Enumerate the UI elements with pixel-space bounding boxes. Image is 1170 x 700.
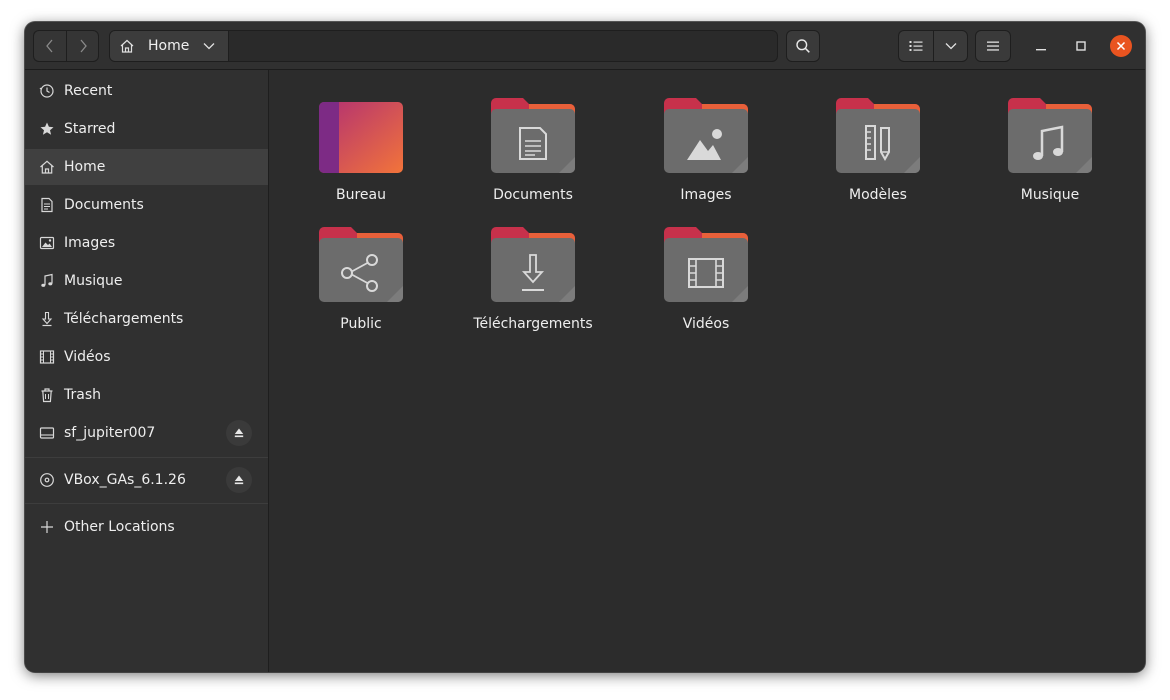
sidebar-item-label: VBox_GAs_6.1.26 [64, 472, 186, 488]
back-button[interactable] [33, 30, 66, 62]
templates-folder-icon [836, 98, 920, 173]
home-icon [120, 39, 134, 53]
file-item-videos[interactable]: Vidéos [641, 227, 771, 337]
sidebar-item-label: Other Locations [64, 519, 175, 535]
file-item-public[interactable]: Public [296, 227, 426, 337]
home-icon [40, 160, 54, 174]
file-item-musique[interactable]: Musique [985, 98, 1115, 208]
sidebar-item-label: Trash [64, 387, 101, 403]
sidebar-item-recent[interactable]: Recent [25, 73, 268, 109]
file-name: Modèles [849, 187, 907, 203]
minimize-button[interactable] [1030, 35, 1052, 57]
chevron-left-icon [46, 39, 53, 53]
trash-icon [41, 388, 53, 403]
plus-icon [41, 521, 53, 533]
sidebar-item-label: Starred [64, 121, 116, 137]
close-icon [1116, 41, 1126, 51]
public-folder-icon [319, 227, 403, 302]
search-button[interactable] [786, 30, 820, 62]
file-name: Téléchargements [473, 316, 593, 332]
sidebar-item-label: Documents [64, 197, 144, 213]
sidebar-item-telechargements[interactable]: Téléchargements [25, 301, 268, 337]
documents-folder-icon [491, 98, 575, 173]
eject-button[interactable] [226, 467, 252, 493]
forward-button[interactable] [66, 30, 99, 62]
hamburger-menu-icon [987, 41, 999, 51]
chevron-down-icon [945, 43, 956, 50]
eject-icon [234, 428, 244, 438]
file-item-images[interactable]: Images [641, 98, 771, 208]
sidebar-item-label: sf_jupiter007 [64, 425, 156, 441]
search-icon [796, 39, 810, 53]
sidebar-item-label: Home [64, 159, 106, 175]
sidebar-item-trash[interactable]: Trash [25, 377, 268, 413]
navigation-buttons [33, 30, 99, 62]
pictures-folder-icon [664, 98, 748, 173]
list-view-button[interactable] [898, 30, 933, 62]
star-icon [40, 122, 54, 135]
clock-icon [39, 84, 54, 98]
main-menu-button[interactable] [975, 30, 1011, 62]
maximize-icon [1076, 41, 1086, 51]
sidebar-item-sf-jupiter007[interactable]: sf_jupiter007 [25, 415, 268, 451]
music-note-icon [41, 273, 53, 287]
sidebar-separator [25, 457, 268, 458]
sidebar-item-documents[interactable]: Documents [25, 187, 268, 223]
header-bar: Home [25, 22, 1145, 70]
path-home-label: Home [148, 38, 190, 54]
file-view: Bureau Documents Images Modèles Musique … [269, 70, 1145, 672]
view-options-button[interactable] [933, 30, 968, 62]
sidebar-item-label: Téléchargements [64, 311, 184, 327]
file-item-bureau[interactable]: Bureau [296, 98, 426, 208]
list-view-icon [909, 41, 923, 51]
image-icon [39, 236, 55, 250]
path-home-button[interactable]: Home [110, 31, 229, 61]
desktop-folder-icon [319, 102, 403, 173]
sidebar-item-musique[interactable]: Musique [25, 263, 268, 299]
document-icon [41, 197, 53, 213]
chevron-right-icon [80, 39, 87, 53]
sidebar-item-other-locations[interactable]: Other Locations [25, 509, 268, 545]
sidebar-item-label: Images [64, 235, 116, 251]
sidebar: Recent Starred Home Documents Images Mus… [25, 70, 269, 672]
file-item-documents[interactable]: Documents [468, 98, 598, 208]
file-item-telechargements[interactable]: Téléchargements [468, 227, 598, 337]
sidebar-item-starred[interactable]: Starred [25, 111, 268, 147]
sidebar-item-label: Musique [64, 273, 123, 289]
file-name: Bureau [336, 187, 386, 203]
sidebar-item-vbox-gas[interactable]: VBox_GAs_6.1.26 [25, 462, 268, 498]
file-name: Musique [1020, 187, 1080, 203]
view-buttons [898, 30, 968, 62]
disc-icon [40, 473, 54, 487]
minimize-icon [1036, 49, 1046, 51]
sidebar-item-home[interactable]: Home [25, 149, 268, 185]
sidebar-item-images[interactable]: Images [25, 225, 268, 261]
sidebar-item-label: Recent [64, 83, 113, 99]
file-name: Images [680, 187, 732, 203]
path-bar[interactable]: Home [109, 30, 778, 62]
eject-button[interactable] [226, 420, 252, 446]
file-manager-window: Home Recent Starred Home Documents Image… [25, 22, 1145, 672]
sidebar-separator [25, 503, 268, 504]
download-icon [41, 311, 53, 327]
drive-icon [39, 427, 55, 439]
file-name: Documents [493, 187, 573, 203]
file-name: Vidéos [682, 316, 730, 332]
videos-folder-icon [664, 227, 748, 302]
file-item-modeles[interactable]: Modèles [813, 98, 943, 208]
close-button[interactable] [1110, 35, 1132, 57]
maximize-button[interactable] [1070, 35, 1092, 57]
eject-icon [234, 475, 244, 485]
music-folder-icon [1008, 98, 1092, 173]
sidebar-item-videos[interactable]: Vidéos [25, 339, 268, 375]
sidebar-item-label: Vidéos [64, 349, 111, 365]
file-name: Public [340, 316, 382, 332]
film-icon [39, 350, 55, 364]
chevron-down-icon[interactable] [203, 42, 215, 50]
downloads-folder-icon [491, 227, 575, 302]
